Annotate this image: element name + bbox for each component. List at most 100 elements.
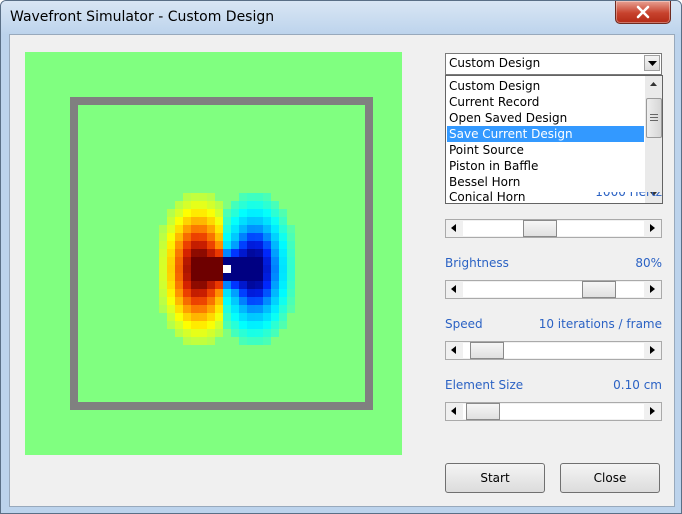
- field-cell: [223, 289, 231, 297]
- field-cell: [215, 273, 223, 281]
- field-cell: [191, 305, 199, 313]
- field-cell: [207, 337, 215, 345]
- dropdown-option[interactable]: Point Source: [447, 142, 644, 158]
- dropdown-scrollbar[interactable]: [645, 76, 662, 203]
- field-cell: [239, 273, 247, 281]
- dropdown-option[interactable]: Piston in Baffle: [447, 158, 644, 174]
- field-cell: [263, 305, 271, 313]
- field-cell: [231, 305, 239, 313]
- field-cell: [231, 329, 239, 337]
- start-button[interactable]: Start: [445, 463, 545, 493]
- speed-slider[interactable]: [445, 341, 662, 360]
- field-cell: [239, 241, 247, 249]
- brightness-slider[interactable]: [445, 280, 662, 299]
- field-cell: [191, 217, 199, 225]
- design-select-value: Custom Design: [449, 56, 541, 70]
- field-cell: [287, 249, 295, 257]
- field-cell: [247, 273, 255, 281]
- field-cell: [255, 241, 263, 249]
- field-cell: [199, 217, 207, 225]
- field-cell: [231, 249, 239, 257]
- title-bar: Wavefront Simulator - Custom Design: [1, 1, 681, 35]
- dropdown-option[interactable]: Open Saved Design: [447, 110, 644, 126]
- window-close-button[interactable]: [615, 1, 671, 24]
- source-cell: [223, 265, 231, 273]
- field-cell: [175, 209, 183, 217]
- slider-left-button[interactable]: [446, 281, 462, 298]
- field-cell: [199, 249, 207, 257]
- field-cell: [231, 209, 239, 217]
- field-cell: [263, 313, 271, 321]
- field-cell: [223, 321, 231, 329]
- field-cell: [231, 201, 239, 209]
- field-cell: [231, 313, 239, 321]
- slider-right-button[interactable]: [645, 281, 661, 298]
- field-cell: [215, 225, 223, 233]
- slider-left-button[interactable]: [446, 342, 462, 359]
- field-cell: [215, 257, 223, 265]
- field-cell: [247, 249, 255, 257]
- field-cell: [199, 233, 207, 241]
- chevron-down-icon: [648, 61, 657, 66]
- close-button[interactable]: Close: [560, 463, 660, 493]
- field-cell: [191, 249, 199, 257]
- field-cell: [167, 321, 175, 329]
- design-dropdown-list[interactable]: Custom Design Current Record Open Saved …: [445, 75, 663, 204]
- field-cell: [199, 265, 207, 273]
- field-cell: [263, 273, 271, 281]
- slider-thumb[interactable]: [582, 281, 617, 298]
- field-cell: [231, 265, 239, 273]
- slider-thumb[interactable]: [465, 403, 500, 420]
- slider-left-button[interactable]: [446, 403, 462, 420]
- field-cell: [263, 265, 271, 273]
- field-cell: [247, 225, 255, 233]
- field-cell: [191, 289, 199, 297]
- field-cell: [255, 297, 263, 305]
- field-cell: [279, 241, 287, 249]
- field-cell: [247, 233, 255, 241]
- slider-thumb[interactable]: [470, 342, 505, 359]
- field-cell: [231, 257, 239, 265]
- slider-right-button[interactable]: [645, 220, 661, 237]
- field-cell: [191, 297, 199, 305]
- slider-right-button[interactable]: [645, 403, 661, 420]
- field-cell: [239, 201, 247, 209]
- field-cell: [167, 209, 175, 217]
- design-select-toggle[interactable]: [644, 55, 660, 71]
- field-cell: [279, 257, 287, 265]
- design-select[interactable]: Custom Design: [445, 53, 662, 75]
- dropdown-option-selected[interactable]: Save Current Design: [447, 126, 644, 142]
- slider-thumb[interactable]: [522, 220, 557, 237]
- field-cell: [271, 313, 279, 321]
- dropdown-option[interactable]: Bessel Horn: [447, 174, 644, 190]
- field-cell: [247, 337, 255, 345]
- field-cell: [271, 265, 279, 273]
- scroll-up-button[interactable]: [645, 76, 662, 93]
- field-cell: [255, 193, 263, 201]
- field-cell: [159, 297, 167, 305]
- element-size-slider[interactable]: [445, 402, 662, 421]
- field-cell: [231, 233, 239, 241]
- scroll-thumb[interactable]: [646, 98, 662, 138]
- field-cell: [215, 209, 223, 217]
- slider-left-button[interactable]: [446, 220, 462, 237]
- field-cell: [271, 273, 279, 281]
- field-cell: [223, 305, 231, 313]
- field-cell: [247, 265, 255, 273]
- dropdown-option[interactable]: Current Record: [447, 94, 644, 110]
- field-cell: [167, 313, 175, 321]
- field-cell: [207, 329, 215, 337]
- frequency-slider[interactable]: [445, 219, 662, 238]
- field-cell: [183, 273, 191, 281]
- field-cell: [175, 297, 183, 305]
- slider-right-button[interactable]: [645, 342, 661, 359]
- field-cell: [255, 217, 263, 225]
- field-cell: [215, 233, 223, 241]
- dropdown-option[interactable]: Custom Design: [447, 78, 644, 94]
- field-cell: [199, 321, 207, 329]
- field-cell: [159, 281, 167, 289]
- simulation-canvas[interactable]: [25, 52, 402, 455]
- field-cell: [223, 241, 231, 249]
- field-cell: [207, 209, 215, 217]
- field-cell: [215, 265, 223, 273]
